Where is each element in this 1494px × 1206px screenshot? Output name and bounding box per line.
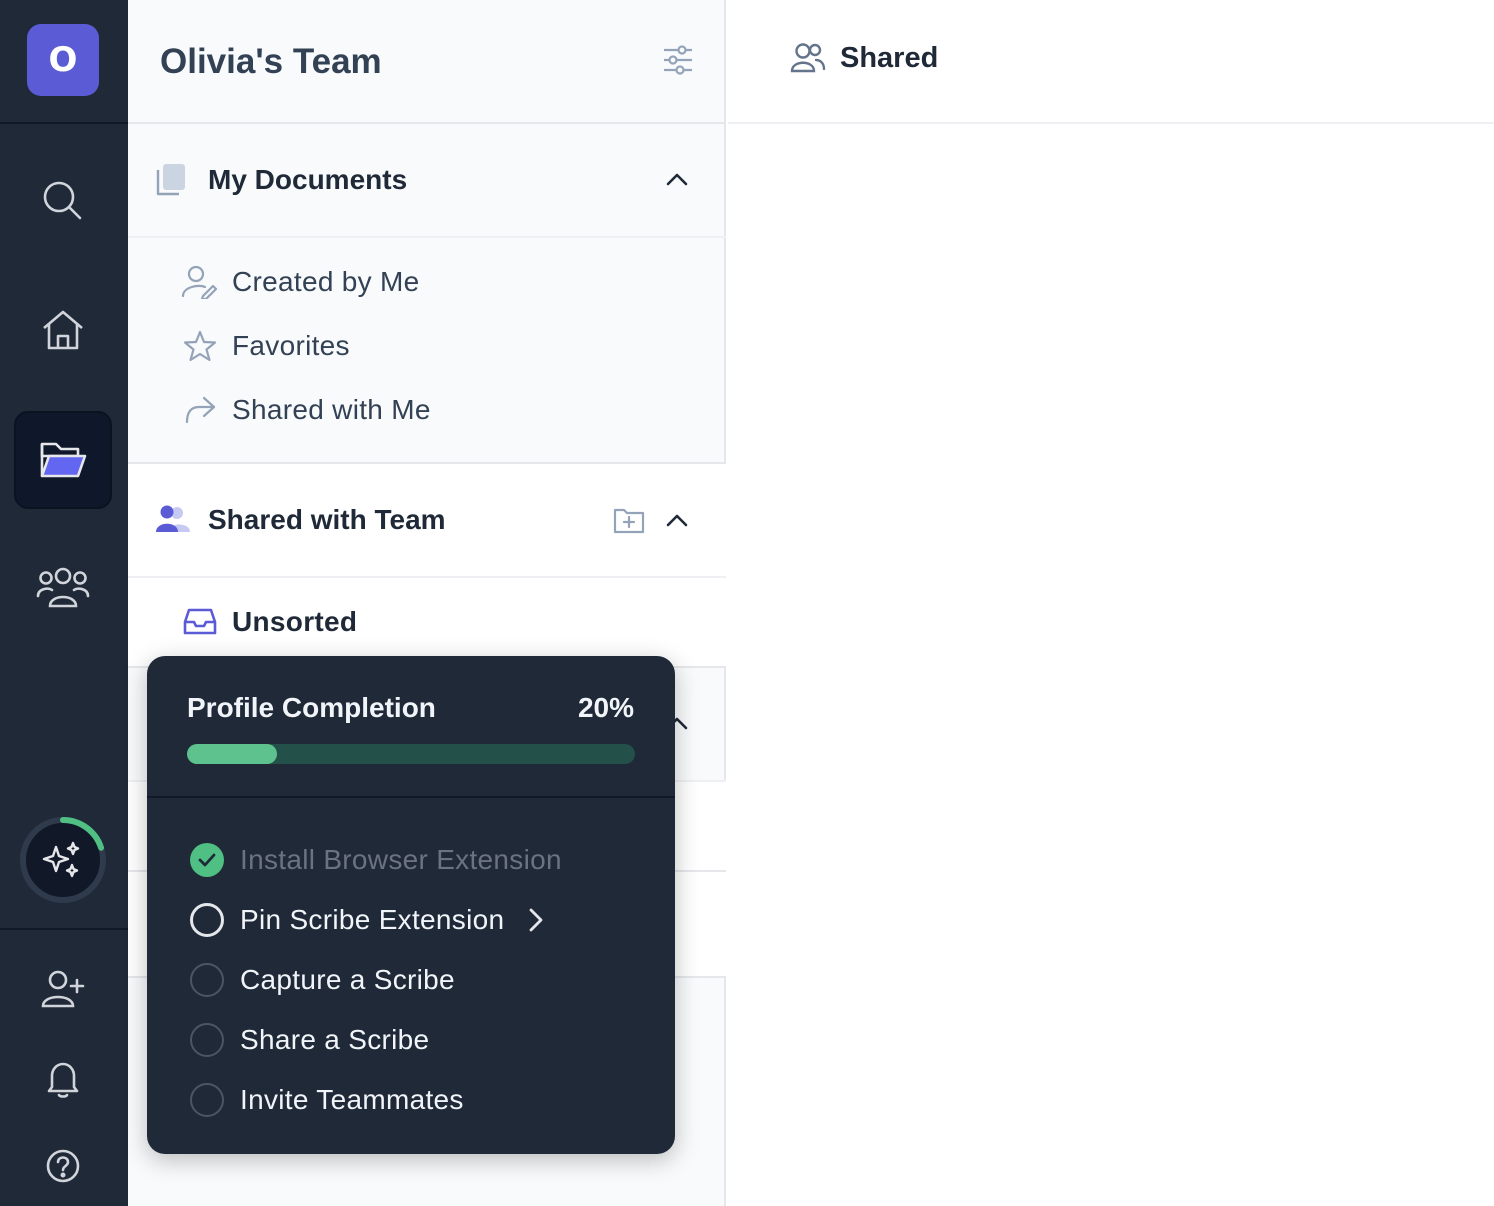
task-label: Install Browser Extension [240, 844, 562, 875]
user-plus-icon [41, 970, 85, 1008]
task-capture-a-scribe[interactable]: Capture a Scribe [190, 962, 455, 998]
nav-item-shared-with-me[interactable]: Shared with Me [180, 390, 431, 430]
workspace-avatar[interactable]: O [27, 24, 99, 96]
profile-completion-progress-bar [187, 744, 635, 764]
user-edit-icon [180, 262, 220, 302]
home-button[interactable] [14, 281, 112, 379]
search-icon [43, 181, 82, 220]
ai-assistant-button[interactable] [18, 815, 108, 905]
task-install-browser-extension[interactable]: Install Browser Extension [190, 842, 562, 878]
home-icon [43, 310, 83, 350]
empty-circle-icon [190, 1083, 224, 1117]
task-label: Share a Scribe [240, 1024, 430, 1055]
folder-plus-icon [613, 508, 645, 534]
profile-completion-popover: Profile Completion 20% Install Browser E… [147, 656, 675, 1154]
divider [128, 122, 726, 124]
new-folder-button[interactable] [612, 503, 646, 537]
inbox-icon [180, 602, 220, 642]
sliders-icon [664, 45, 692, 75]
users-icon [36, 567, 90, 608]
users-icon [790, 43, 826, 73]
bell-icon [47, 1062, 79, 1098]
nav-item-label: Created by Me [232, 266, 420, 297]
team-icon [156, 505, 190, 532]
page-title: Shared [840, 42, 939, 74]
divider [128, 576, 726, 578]
team-name: Olivia's Team [160, 42, 382, 81]
help-button[interactable] [14, 1117, 112, 1206]
documents-icon [156, 164, 185, 196]
nav-item-favorites[interactable]: Favorites [180, 326, 350, 366]
chevron-right-icon [528, 907, 544, 933]
nav-item-created-by-me[interactable]: Created by Me [180, 262, 420, 302]
task-invite-teammates[interactable]: Invite Teammates [190, 1082, 464, 1118]
documents-button[interactable] [14, 411, 112, 509]
task-label: Invite Teammates [240, 1084, 464, 1115]
chevron-up-icon [666, 514, 688, 527]
progress-fill [187, 744, 277, 764]
empty-circle-icon [190, 1023, 224, 1057]
task-label: Pin Scribe Extension [240, 904, 505, 935]
divider [128, 236, 726, 238]
rail-divider [0, 928, 128, 930]
star-icon [180, 326, 220, 366]
empty-circle-icon [190, 963, 224, 997]
workspace-switcher: O [0, 0, 128, 124]
popover-divider [147, 796, 675, 798]
nav-item-label: Unsorted [232, 606, 358, 637]
help-circle-icon [46, 1149, 80, 1183]
filter-button[interactable] [658, 40, 698, 80]
invite-button[interactable] [14, 940, 112, 1038]
chevron-up-icon [666, 173, 688, 186]
task-share-a-scribe[interactable]: Share a Scribe [190, 1022, 429, 1058]
profile-completion-percent: 20% [577, 692, 634, 723]
check-circle-icon [190, 843, 224, 877]
my-documents-title: My Documents [208, 164, 408, 195]
main-header: Shared [728, 0, 1494, 124]
search-button[interactable] [14, 152, 112, 250]
task-label: Capture a Scribe [240, 964, 455, 995]
task-pin-scribe-extension[interactable]: Pin Scribe Extension [190, 902, 544, 938]
share-arrow-icon [180, 390, 220, 430]
progress-ring [20, 817, 106, 903]
folder-open-icon [40, 442, 87, 478]
nav-item-label: Shared with Me [232, 394, 431, 425]
profile-completion-title: Profile Completion [187, 692, 436, 723]
left-rail: O [0, 0, 128, 1206]
collapse-shared-with-team-button[interactable] [660, 503, 694, 537]
shared-with-team-title: Shared with Team [208, 504, 446, 535]
empty-circle-icon [190, 903, 224, 937]
teams-button[interactable] [14, 537, 112, 635]
nav-item-unsorted[interactable]: Unsorted [180, 602, 357, 642]
nav-item-label: Favorites [232, 330, 350, 361]
notifications-button[interactable] [14, 1030, 112, 1128]
collapse-my-documents-button[interactable] [660, 162, 694, 196]
